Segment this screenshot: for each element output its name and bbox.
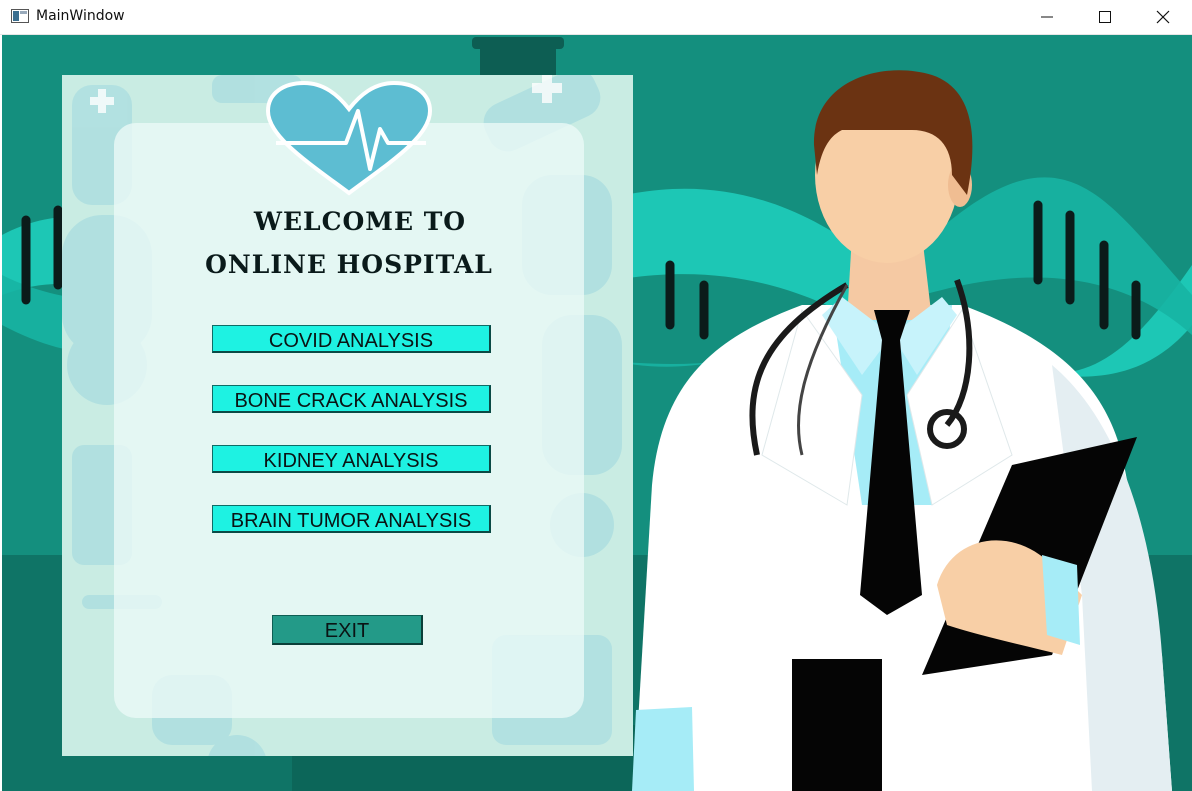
main-window-client: WELCOME TO ONLINE HOSPITAL COVID ANALYSI… bbox=[2, 35, 1192, 791]
minimize-icon bbox=[1041, 16, 1053, 18]
brain-tumor-analysis-button[interactable]: BRAIN TUMOR ANALYSIS bbox=[212, 505, 491, 533]
heartbeat-heart-icon bbox=[266, 81, 432, 196]
maximize-button[interactable] bbox=[1076, 0, 1134, 34]
close-button[interactable] bbox=[1134, 0, 1192, 34]
window-title: MainWindow bbox=[36, 8, 125, 24]
welcome-title-line2: ONLINE HOSPITAL bbox=[205, 250, 493, 279]
welcome-title-line1: WELCOME TO bbox=[253, 207, 467, 236]
covid-analysis-button[interactable]: COVID ANALYSIS bbox=[212, 325, 491, 353]
title-bar: MainWindow bbox=[0, 0, 1192, 35]
kidney-analysis-button[interactable]: KIDNEY ANALYSIS bbox=[212, 445, 491, 473]
minimize-button[interactable] bbox=[1018, 0, 1076, 34]
maximize-icon bbox=[1099, 11, 1111, 23]
exit-button[interactable]: EXIT bbox=[272, 615, 423, 645]
close-icon bbox=[1156, 10, 1170, 24]
bone-crack-analysis-button[interactable]: BONE CRACK ANALYSIS bbox=[212, 385, 491, 413]
app-window-icon bbox=[11, 9, 29, 23]
